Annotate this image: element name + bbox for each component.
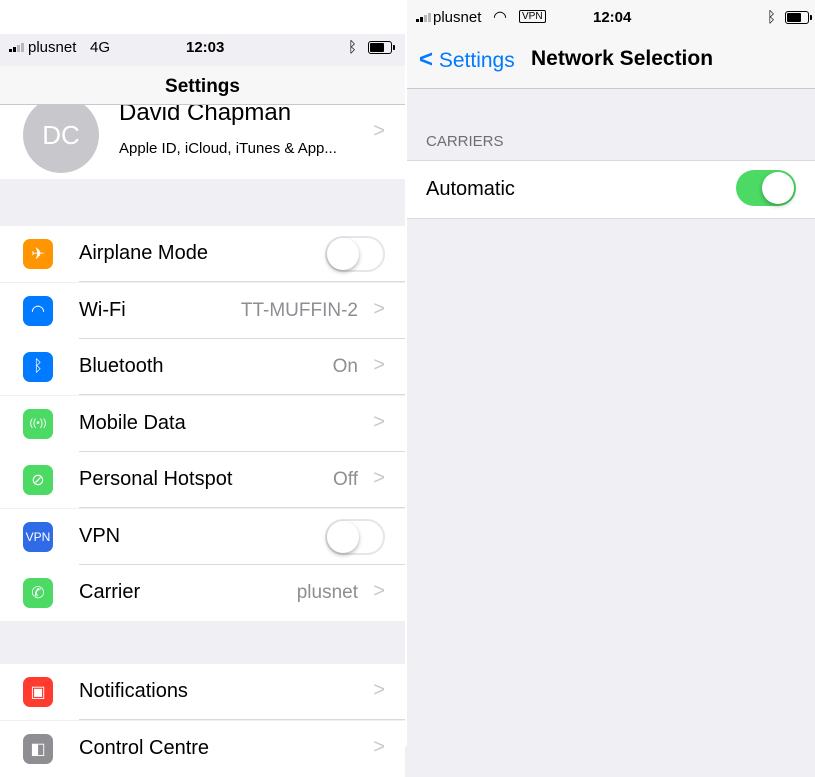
network-type: 4G: [90, 38, 111, 56]
avatar-initials: DC: [42, 119, 80, 150]
chevron-right-icon: >: [373, 410, 385, 433]
network-selection-screen: plusnet ◠ VPN 12:04 ᛒ < Settings Network…: [407, 0, 815, 746]
control-centre-icon: ◧: [23, 733, 53, 764]
wifi-icon: ◠: [23, 295, 53, 326]
page-title: Network Selection: [531, 47, 714, 70]
settings-row-personal-hotspot[interactable]: ⊘ Personal Hotspot Off >: [0, 452, 405, 508]
chevron-right-icon: >: [373, 679, 385, 701]
settings-row-label: Personal Hotspot: [79, 468, 233, 490]
settings-row-value: plusnet: [296, 582, 358, 603]
avatar: DC: [23, 105, 99, 173]
chevron-right-icon: >: [373, 354, 385, 376]
phone-icon: ✆: [23, 578, 53, 608]
vpn-toggle[interactable]: [325, 518, 385, 555]
profile-name: David Chapman: [119, 105, 292, 126]
settings-row-label: Notifications: [79, 680, 188, 702]
settings-row-wi-fi[interactable]: ◠ Wi-Fi TT-MUFFIN-2 >: [0, 282, 405, 339]
settings-row-label: Wi-Fi: [79, 298, 126, 321]
automatic-row: Automatic: [407, 160, 815, 219]
settings-row-label: Airplane Mode: [79, 242, 208, 264]
settings-row-vpn[interactable]: VPN VPN: [0, 508, 405, 565]
bluetooth-status-icon: ᛒ: [767, 8, 777, 26]
page-title: Settings: [165, 76, 240, 97]
status-time: 12:04: [593, 8, 632, 26]
settings-row-mobile-data[interactable]: ((•)) Mobile Data >: [0, 395, 405, 452]
settings-row-label: VPN: [79, 524, 121, 547]
settings-row-value: TT-MUFFIN-2: [240, 299, 358, 321]
back-button[interactable]: < Settings: [419, 46, 515, 74]
settings-row-label: Bluetooth: [79, 355, 164, 377]
chevron-right-icon: >: [373, 735, 385, 758]
vpn-status-badge: VPN: [519, 10, 546, 23]
carrier-name: plusnet: [433, 8, 482, 26]
right-status-bar: plusnet ◠ VPN 12:04 ᛒ: [407, 6, 815, 28]
chevron-right-icon: >: [373, 467, 385, 489]
chevron-right-icon: >: [373, 580, 385, 602]
battery-icon: [368, 41, 395, 54]
wifi-status-icon: ◠: [493, 9, 507, 26]
settings-row-bluetooth[interactable]: ᛒ Bluetooth On >: [0, 339, 405, 395]
settings-row-notifications[interactable]: ▣ Notifications >: [0, 664, 405, 720]
airplane-icon: ✈: [23, 239, 53, 269]
signal-strength-icon: [416, 11, 431, 22]
toggle-knob: [762, 172, 794, 204]
back-button-label: Settings: [438, 49, 515, 72]
automatic-label: Automatic: [426, 178, 515, 200]
notifications-icon: ▣: [23, 677, 53, 707]
settings-row-label: Mobile Data: [79, 411, 186, 434]
chevron-left-icon: <: [419, 46, 434, 73]
settings-row-label: Control Centre: [79, 736, 210, 759]
bluetooth-icon: ᛒ: [23, 352, 53, 382]
chevron-right-icon: >: [373, 120, 385, 142]
left-status-bar: plusnet 4G 12:03 ᛒ: [0, 36, 405, 58]
status-time: 12:03: [186, 38, 225, 56]
automatic-toggle[interactable]: [736, 170, 796, 206]
apple-id-profile-row[interactable]: DC David Chapman Apple ID, iCloud, iTune…: [0, 105, 405, 179]
hotspot-icon: ⊘: [23, 465, 53, 495]
left-top-area: [0, 0, 405, 34]
right-nav-bar: < Settings Network Selection: [407, 34, 815, 89]
settings-row-control-centre[interactable]: ◧ Control Centre >: [0, 720, 405, 777]
toggle-knob: [327, 520, 359, 553]
carrier-name: plusnet: [28, 38, 77, 56]
signal-strength-icon: [9, 41, 24, 52]
settings-row-value: On: [332, 356, 358, 377]
left-nav-bar: Settings: [0, 66, 405, 105]
toggle-knob: [327, 238, 359, 270]
settings-row-carrier[interactable]: ✆ Carrier plusnet >: [0, 565, 405, 621]
settings-row-label: Carrier: [79, 581, 141, 603]
profile-subtitle: Apple ID, iCloud, iTunes & App...: [119, 140, 337, 157]
battery-icon: [785, 11, 812, 24]
antenna-icon: ((•)): [23, 408, 53, 439]
airplane-mode-toggle[interactable]: [325, 236, 385, 272]
settings-row-value: Off: [333, 469, 358, 490]
vpn-icon: VPN: [23, 521, 53, 552]
chevron-right-icon: >: [373, 297, 385, 320]
bluetooth-status-icon: ᛒ: [348, 38, 358, 56]
settings-row-airplane-mode[interactable]: ✈ Airplane Mode: [0, 226, 405, 282]
section-header: CARRIERS: [426, 133, 504, 150]
